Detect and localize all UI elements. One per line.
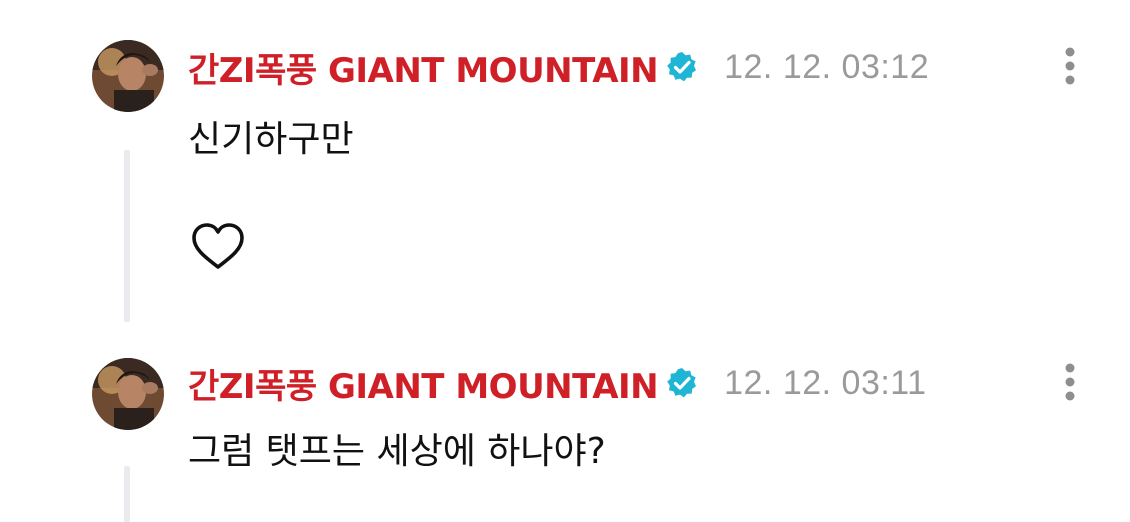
comment-timestamp: 12. 12. 03:12 bbox=[724, 47, 930, 86]
comment-timestamp: 12. 12. 03:11 bbox=[724, 363, 927, 402]
author-name[interactable]: 간ZI폭풍 GIANT MOUNTAIN bbox=[188, 43, 659, 92]
comment-header: 간ZI폭풍 GIANT MOUNTAIN 12. 12. 03:12 bbox=[188, 42, 929, 92]
comment-text: 신기하구만 bbox=[188, 119, 354, 160]
comment-item: 간ZI폭풍 GIANT MOUNTAIN 12. 12. 03:11 그럼 탯프… bbox=[0, 330, 1130, 522]
thread-line bbox=[124, 466, 130, 522]
more-vertical-icon[interactable] bbox=[1058, 360, 1082, 408]
comment-text: 그럼 탯프는 세상에 하나야? bbox=[188, 431, 606, 472]
verified-badge-icon bbox=[666, 367, 698, 399]
comment-header: 간ZI폭풍 GIANT MOUNTAIN 12. 12. 03:11 bbox=[188, 358, 927, 408]
comment-item: 간ZI폭풍 GIANT MOUNTAIN 12. 12. 03:12 신기하구만 bbox=[0, 0, 1130, 330]
author-name[interactable]: 간ZI폭풍 GIANT MOUNTAIN bbox=[188, 359, 659, 408]
more-vertical-icon[interactable] bbox=[1058, 44, 1082, 92]
heart-outline-icon[interactable] bbox=[190, 222, 246, 272]
avatar[interactable] bbox=[92, 358, 164, 430]
avatar[interactable] bbox=[92, 40, 164, 112]
verified-badge-icon bbox=[666, 51, 698, 83]
thread-line bbox=[124, 150, 130, 322]
